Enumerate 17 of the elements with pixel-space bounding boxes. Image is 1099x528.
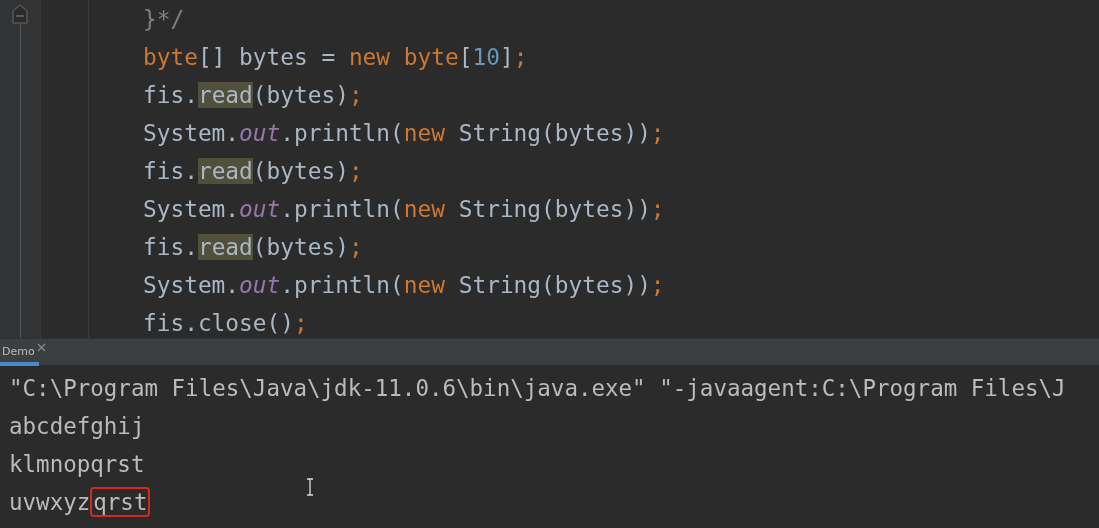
console-line: uvwxyz qrst — [9, 483, 151, 521]
code-line: fis.close(); — [143, 309, 308, 338]
console-line: klmnopqrst — [9, 450, 145, 479]
fold-icon[interactable] — [12, 4, 28, 24]
code-line: System.out.println(new String(bytes)); — [143, 119, 665, 148]
console-tab[interactable]: Demo — [0, 339, 39, 366]
code-line: System.out.println(new String(bytes)); — [143, 195, 665, 224]
text-cursor-icon — [305, 478, 315, 496]
code-line: System.out.println(new String(bytes)); — [143, 271, 665, 300]
code-line: }*/ — [143, 5, 185, 34]
close-icon[interactable] — [36, 343, 46, 352]
code-line: fis.read(bytes); — [143, 233, 363, 262]
console-line: "C:\Program Files\Java\jdk-11.0.6\bin\java.exe" "-javaagent:C:\Program Files\J — [9, 374, 1066, 403]
code-line: byte[] bytes = new byte[10]; — [143, 43, 528, 72]
console-line: abcdefghij — [9, 412, 145, 441]
code-line: fis.read(bytes); — [143, 81, 363, 110]
code-line: fis.read(bytes); — [143, 157, 363, 186]
